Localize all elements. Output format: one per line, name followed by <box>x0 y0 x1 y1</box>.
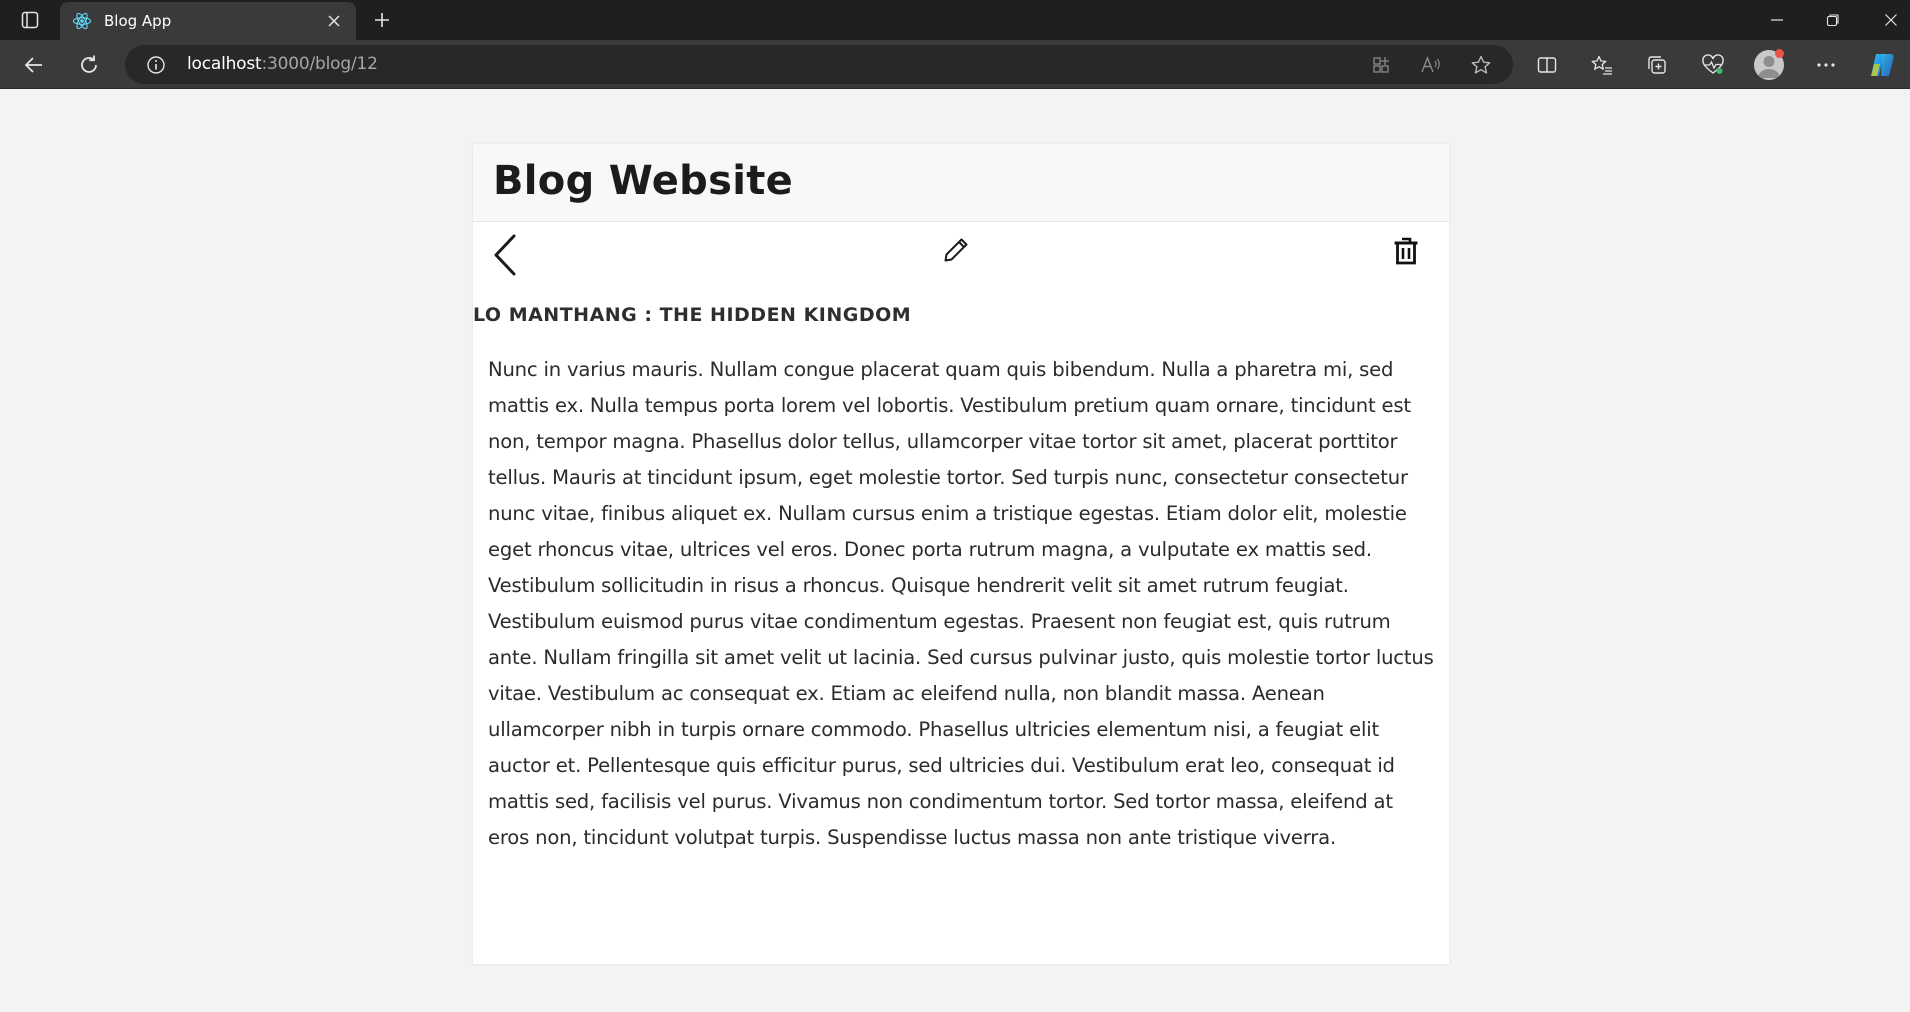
site-title: Blog Website <box>493 158 794 204</box>
url-rest: :3000/blog/12 <box>261 54 378 74</box>
copilot-icon[interactable] <box>1866 49 1898 81</box>
post-body: Nunc in varius mauris. Nullam congue pla… <box>488 358 1434 849</box>
new-tab-plus-icon[interactable] <box>368 6 396 34</box>
url-text: localhost:3000/blog/12 <box>187 54 378 74</box>
heartbeat-icon[interactable] <box>1697 49 1729 81</box>
post-title: LO MANTHANG : THE HIDDEN KINGDOM <box>473 304 912 326</box>
page-viewport: Blog Website LO MANTHANG : THE HIDDEN KI… <box>0 90 1910 1012</box>
read-aloud-icon[interactable] <box>1418 52 1444 78</box>
notification-dot <box>1775 49 1784 58</box>
split-screen-icon[interactable] <box>1531 49 1563 81</box>
tab-actions-icon[interactable] <box>14 7 46 33</box>
apps-icon[interactable] <box>1368 52 1394 78</box>
tab-title: Blog App <box>104 12 172 30</box>
info-icon[interactable] <box>145 54 167 76</box>
star-icon[interactable] <box>1468 52 1494 78</box>
site-header: Blog Website <box>473 144 1449 222</box>
close-tab-icon[interactable] <box>324 11 344 31</box>
blog-card: Blog Website LO MANTHANG : THE HIDDEN KI… <box>473 144 1449 964</box>
refresh-icon[interactable] <box>72 48 106 82</box>
minimize-icon[interactable] <box>1757 6 1797 34</box>
back-chevron-icon[interactable] <box>489 232 521 278</box>
react-icon <box>72 11 92 31</box>
address-bar[interactable]: localhost:3000/blog/12 <box>125 45 1513 84</box>
collections-icon[interactable] <box>1641 49 1673 81</box>
restore-icon[interactable] <box>1813 6 1853 34</box>
pencil-icon[interactable] <box>940 234 972 266</box>
browser-tab[interactable]: Blog App <box>60 2 356 40</box>
close-window-icon[interactable] <box>1871 6 1910 34</box>
browser-tabstrip: Blog App <box>0 0 1910 40</box>
more-icon[interactable] <box>1810 49 1842 81</box>
url-host: localhost <box>187 54 262 74</box>
trash-icon[interactable] <box>1390 234 1422 268</box>
favorites-icon[interactable] <box>1586 49 1618 81</box>
back-arrow-icon[interactable] <box>17 48 51 82</box>
browser-toolbar: localhost:3000/blog/12 <box>0 40 1910 89</box>
